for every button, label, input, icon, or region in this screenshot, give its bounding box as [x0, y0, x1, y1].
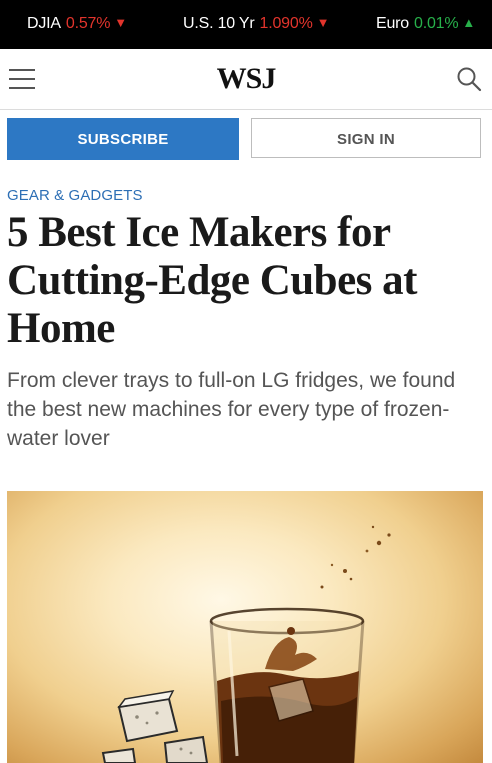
article-headline: 5 Best Ice Makers for Cutting-Edge Cubes… [7, 209, 418, 352]
ticker-item-euro[interactable]: Euro 0.01% ▲ [376, 15, 475, 33]
ice-cubes [101, 690, 209, 763]
ticker-value: 0.01% [414, 15, 459, 32]
ticker-label: DJIA [27, 15, 61, 32]
ticker-value: 0.57% [65, 15, 111, 32]
subscribe-button[interactable]: SUBSCRIBE [7, 118, 239, 160]
ticker-item-us10yr[interactable]: U.S. 10 Yr 1.090% ▼ [183, 15, 329, 33]
ticker-label: U.S. 10 Yr [183, 15, 255, 32]
hero-image[interactable] [7, 491, 483, 763]
section-label-link[interactable]: GEAR & GADGETS [7, 187, 143, 204]
site-header: WSJ [0, 49, 492, 110]
ticker-label: Euro [376, 15, 409, 32]
arrow-down-icon: ▼ [114, 15, 127, 30]
wsj-logo[interactable]: WSJ [0, 62, 492, 96]
page: DJIA 0.57% ▼ U.S. 10 Yr 1.090% ▼ Euro 0.01% ▲ … [0, 0, 492, 763]
ticker-item-djia[interactable]: DJIA 0.57% ▼ [27, 15, 127, 33]
arrow-down-icon: ▼ [316, 15, 330, 30]
search-icon[interactable] [456, 66, 482, 92]
ticker-value: 1.090% [259, 15, 313, 32]
sign-in-button[interactable]: SIGN IN [251, 118, 481, 158]
market-ticker[interactable]: DJIA 0.57% ▼ U.S. 10 Yr 1.090% ▼ Euro 0.01% ▲ [0, 0, 492, 49]
arrow-up-icon: ▲ [462, 15, 476, 30]
article-dek: From clever trays to full-on LG fridges,… [7, 369, 456, 450]
